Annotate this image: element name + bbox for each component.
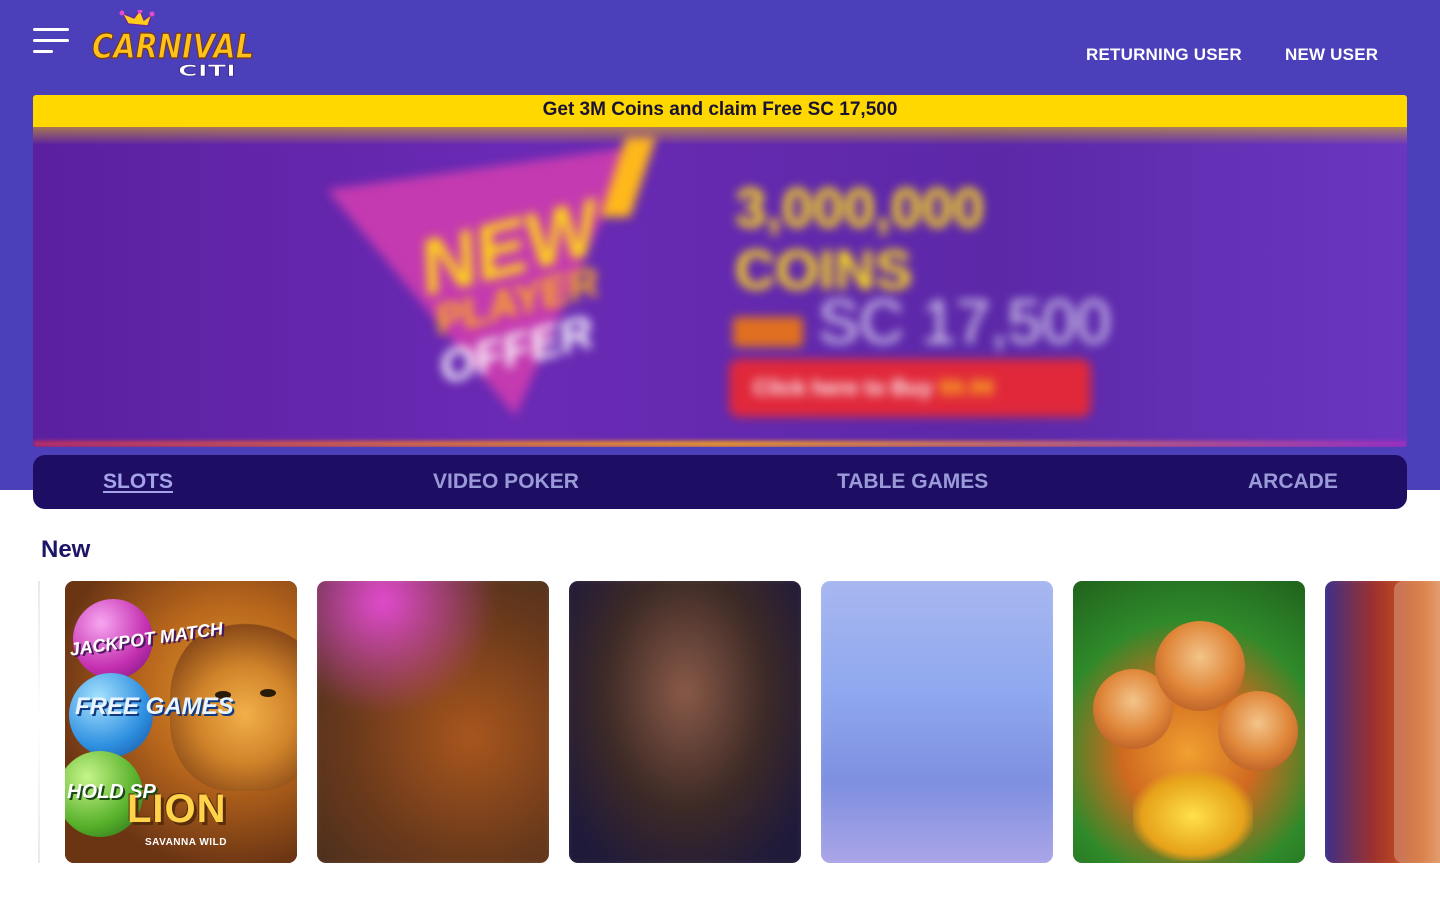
hamburger-menu-icon[interactable] [33,28,69,56]
game-tile-blurred[interactable] [317,581,549,863]
lion-eye [260,689,276,697]
rail-next-overlay[interactable] [1394,581,1440,863]
offer-free-tag [733,317,803,347]
game-tile-art [317,581,549,863]
page: CARNIVAL CITI RETURNING USER NEW USER Ge… [0,0,1440,900]
menu-line [33,50,53,53]
offer-art-text: SC 17,500 [818,288,1111,357]
returning-user-link[interactable]: RETURNING USER [1086,45,1242,65]
section-title: New [41,536,91,563]
menu-line [33,28,69,31]
menu-line [33,39,69,42]
monkey-icon [1218,691,1298,771]
game-tile-monkeys[interactable] [1073,581,1305,863]
tab-video-poker[interactable]: VIDEO POKER [433,470,579,494]
tab-slots[interactable]: SLOTS [103,470,173,494]
buy-button-art-text: Click here to Buy $9.99 [753,375,994,400]
tab-table-games[interactable]: TABLE GAMES [837,470,988,494]
promo-blurred-content: NEW PLAYER OFFER 3,000,000 COINS SC 17,5… [33,127,1407,447]
tab-arcade[interactable]: ARCADE [1248,470,1338,494]
monkey-icon [1155,621,1245,711]
game-logo-subtitle: SAVANNA WILD [145,837,227,848]
game-tile-art [569,581,801,863]
game-tile-blurred[interactable] [569,581,801,863]
tile-art-word: FREE GAMES [75,693,234,720]
promo-banner[interactable]: Get 3M Coins and claim Free SC 17,500 NE… [33,95,1407,447]
promo-strip-text[interactable]: Get 3M Coins and claim Free SC 17,500 [33,95,1407,127]
category-tab-bar: SLOTS VIDEO POKER TABLE GAMES ARCADE [33,455,1407,509]
logo-subtext: CITI [178,61,236,80]
game-tile-lion[interactable]: JACKPOT MATCH FREE GAMES HOLD SP LION SA… [65,581,297,863]
game-tile-art [821,581,1053,863]
promo-bottom-glow [33,441,1407,447]
offer-art-text: 3,000,000 [735,176,985,239]
game-tile-blurred[interactable] [821,581,1053,863]
gold-pot-icon [1133,771,1253,861]
game-logo: LION [127,787,227,831]
new-user-link[interactable]: NEW USER [1285,45,1378,65]
carnival-citi-logo[interactable]: CARNIVAL CITI [92,10,257,80]
rail-scroll-edge [38,581,40,863]
promo-artwork[interactable]: NEW PLAYER OFFER 3,000,000 COINS SC 17,5… [33,127,1407,447]
